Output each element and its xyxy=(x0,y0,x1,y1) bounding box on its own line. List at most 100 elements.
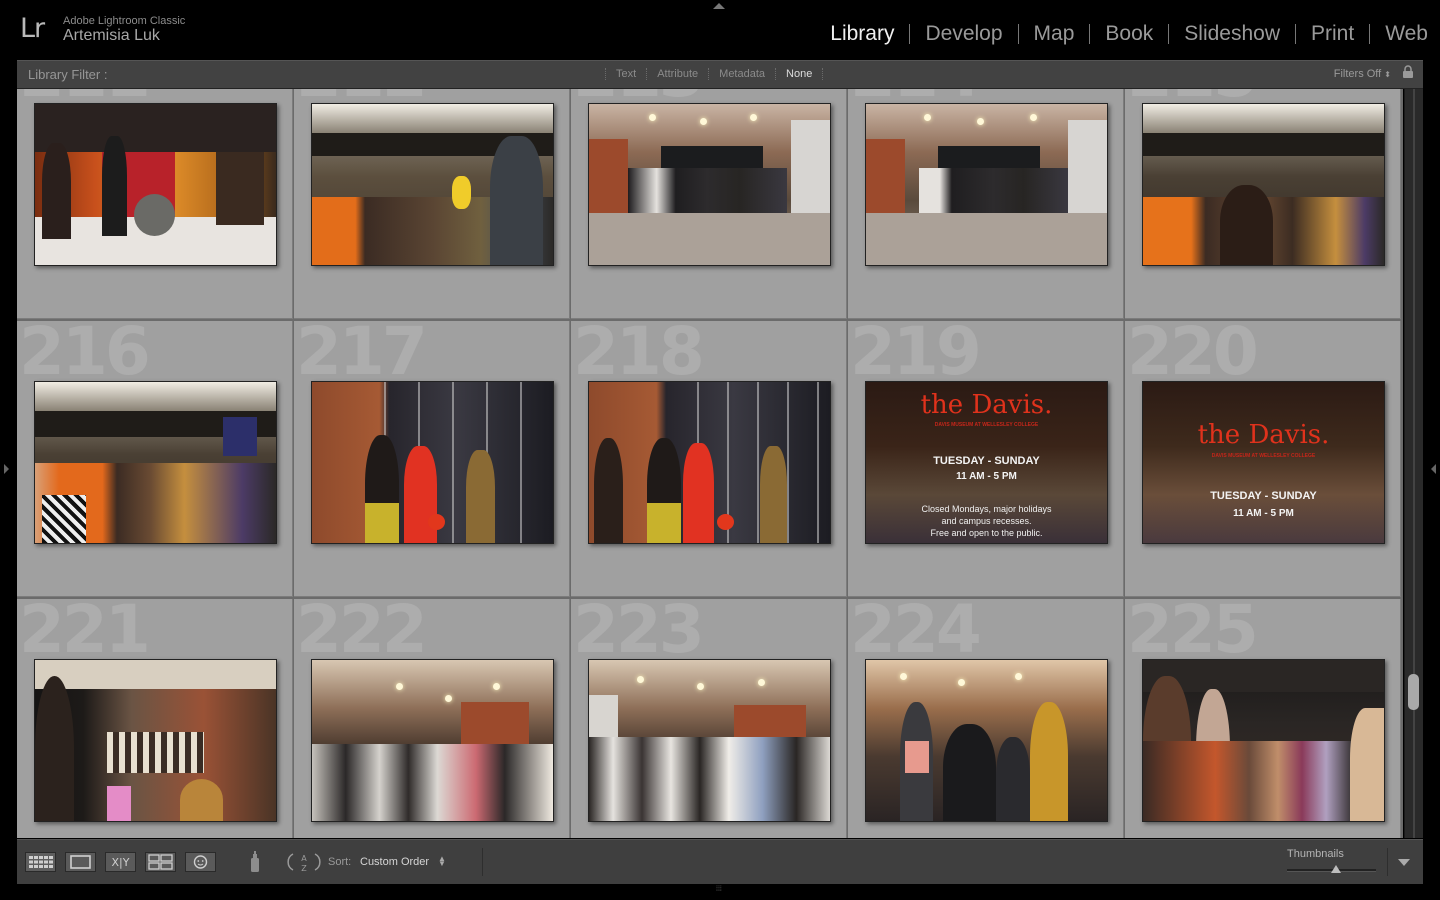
filter-tab-none[interactable]: None xyxy=(775,68,824,80)
toolbar-content-menu-arrow-icon[interactable] xyxy=(1398,859,1410,866)
grid-cell[interactable]: 224 xyxy=(848,599,1124,838)
module-picker: Library Develop Map Book Slideshow Print… xyxy=(815,23,1428,44)
sort-order-dropdown[interactable]: Custom Order xyxy=(360,856,429,868)
survey-view-icon xyxy=(148,854,173,870)
user-name: Artemisia Luk xyxy=(63,27,160,44)
sign-title: the Davis. xyxy=(920,390,1053,420)
cell-index-number: 218 xyxy=(573,321,705,390)
sign-note: and campus recesses. xyxy=(941,516,1032,526)
toolbar-divider xyxy=(1387,848,1388,876)
sign-days: TUESDAY - SUNDAY xyxy=(1210,490,1317,502)
grid-view-icon xyxy=(29,856,53,868)
photo-thumbnail[interactable]: the Davis. DAVIS MUSEUM AT WELLESLEY COL… xyxy=(1142,381,1385,544)
filter-tab-metadata[interactable]: Metadata xyxy=(708,68,775,80)
chevron-updown-icon: ⬍ xyxy=(1384,70,1391,79)
grid-cell[interactable]: 211 xyxy=(17,89,293,319)
survey-view-button[interactable] xyxy=(145,852,176,872)
grid-cell[interactable]: 213 xyxy=(571,89,847,319)
cell-index-number: 221 xyxy=(19,599,151,668)
lightroom-logo: Lr xyxy=(20,13,45,44)
svg-text:Z: Z xyxy=(301,864,307,873)
cell-index-number: 224 xyxy=(850,599,982,668)
chevron-updown-icon[interactable]: ▲ ▼ xyxy=(438,855,446,868)
sort-label: Sort: xyxy=(328,856,352,868)
photo-thumbnail[interactable] xyxy=(865,103,1108,266)
sign-subtitle: DAVIS MUSEUM AT WELLESLEY COLLEGE xyxy=(934,422,1039,428)
photo-thumbnail[interactable] xyxy=(311,381,554,544)
sign-days: TUESDAY - SUNDAY xyxy=(933,455,1040,467)
grid-cell[interactable]: 225 xyxy=(1125,599,1401,838)
filter-tab-text[interactable]: Text xyxy=(605,68,646,80)
module-slideshow[interactable]: Slideshow xyxy=(1168,23,1295,44)
compare-view-button[interactable]: X|Y xyxy=(105,852,136,872)
people-view-button[interactable] xyxy=(185,852,216,872)
grid-cell[interactable]: 212 xyxy=(294,89,570,319)
photo-thumbnail[interactable] xyxy=(34,381,277,544)
left-panel-toggle-arrow-icon[interactable] xyxy=(4,464,9,474)
top-panel-toggle-arrow-icon[interactable] xyxy=(713,3,725,9)
photo-thumbnail[interactable] xyxy=(865,659,1108,822)
cell-index-number: 217 xyxy=(296,321,428,390)
photo-thumbnail[interactable] xyxy=(311,659,554,822)
photo-thumbnail[interactable]: the Davis. DAVIS MUSEUM AT WELLESLEY COL… xyxy=(865,381,1108,544)
loupe-view-button[interactable] xyxy=(65,852,96,872)
filmstrip-toggle-grip-icon[interactable]: ⁞⁞⁞ xyxy=(716,886,722,893)
filter-preset-dropdown[interactable]: Filters Off ⬍ xyxy=(1334,68,1391,80)
grid-cell[interactable]: 221 xyxy=(17,599,293,838)
photo-thumbnail[interactable] xyxy=(588,103,831,266)
module-map[interactable]: Map xyxy=(1017,23,1090,44)
module-print[interactable]: Print xyxy=(1295,23,1369,44)
lock-icon[interactable] xyxy=(1402,65,1414,79)
filter-tab-attribute[interactable]: Attribute xyxy=(646,68,708,80)
cell-index-number: 216 xyxy=(19,321,151,390)
app-name: Adobe Lightroom Classic xyxy=(63,15,186,27)
scrollbar-track-line xyxy=(1413,89,1415,838)
toolbar-divider xyxy=(482,848,483,876)
photo-thumbnail[interactable] xyxy=(311,103,554,266)
thumbnail-size-slider-knob[interactable] xyxy=(1330,865,1341,873)
photo-thumbnail[interactable] xyxy=(588,659,831,822)
module-develop[interactable]: Develop xyxy=(909,23,1017,44)
library-filter-bar: Library Filter : Text Attribute Metadata… xyxy=(17,60,1423,89)
library-grid: 211 212 213 214 xyxy=(17,89,1403,838)
module-web[interactable]: Web xyxy=(1369,23,1428,44)
sign-title: the Davis. xyxy=(1197,420,1330,450)
sign-note: Free and open to the public. xyxy=(930,528,1043,538)
grid-cell[interactable]: 216 xyxy=(17,321,293,597)
sort-direction-az-icon[interactable]: A Z xyxy=(287,850,321,874)
photo-thumbnail[interactable] xyxy=(34,103,277,266)
grid-cell[interactable]: 220 the Davis. DAVIS MUSEUM AT WELLESLEY… xyxy=(1125,321,1401,597)
svg-text:X|Y: X|Y xyxy=(112,856,130,869)
cell-index-number: 223 xyxy=(573,599,705,668)
grid-cell[interactable]: 222 xyxy=(294,599,570,838)
module-book[interactable]: Book xyxy=(1089,23,1168,44)
grid-view-button[interactable] xyxy=(25,852,56,872)
grid-cell[interactable]: 223 xyxy=(571,599,847,838)
identity-plate: Lr Adobe Lightroom Classic Artemisia Luk… xyxy=(0,0,1440,58)
thumbnails-size-label: Thumbnails xyxy=(1287,848,1344,860)
cell-index-number: 222 xyxy=(296,599,428,668)
right-panel-toggle-arrow-icon[interactable] xyxy=(1431,464,1436,474)
loupe-view-icon xyxy=(70,855,91,869)
photo-thumbnail[interactable] xyxy=(588,381,831,544)
photo-thumbnail[interactable] xyxy=(34,659,277,822)
module-library[interactable]: Library xyxy=(815,23,909,44)
scrollbar-thumb[interactable] xyxy=(1408,673,1419,710)
painter-spray-can-icon[interactable] xyxy=(249,850,261,874)
sign-subtitle: DAVIS MUSEUM AT WELLESLEY COLLEGE xyxy=(1211,453,1316,459)
cell-index-number: 219 xyxy=(850,321,982,390)
sign-note: Closed Mondays, major holidays xyxy=(921,504,1052,514)
grid-cell[interactable]: 214 xyxy=(848,89,1124,319)
cell-index-number: 220 xyxy=(1127,321,1259,390)
grid-cell[interactable]: 217 xyxy=(294,321,570,597)
library-filter-label: Library Filter : xyxy=(28,67,108,82)
svg-text:A: A xyxy=(301,854,307,863)
photo-thumbnail[interactable] xyxy=(1142,659,1385,822)
photo-thumbnail[interactable] xyxy=(1142,103,1385,266)
grid-scrollbar[interactable] xyxy=(1404,89,1423,838)
thumbnail-size-slider[interactable] xyxy=(1287,865,1376,873)
grid-cell[interactable]: 215 xyxy=(1125,89,1401,319)
cell-index-number: 225 xyxy=(1127,599,1259,668)
grid-cell[interactable]: 218 xyxy=(571,321,847,597)
grid-cell[interactable]: 219 the Davis. DAVIS MUSEUM AT WELLESLEY… xyxy=(848,321,1124,597)
